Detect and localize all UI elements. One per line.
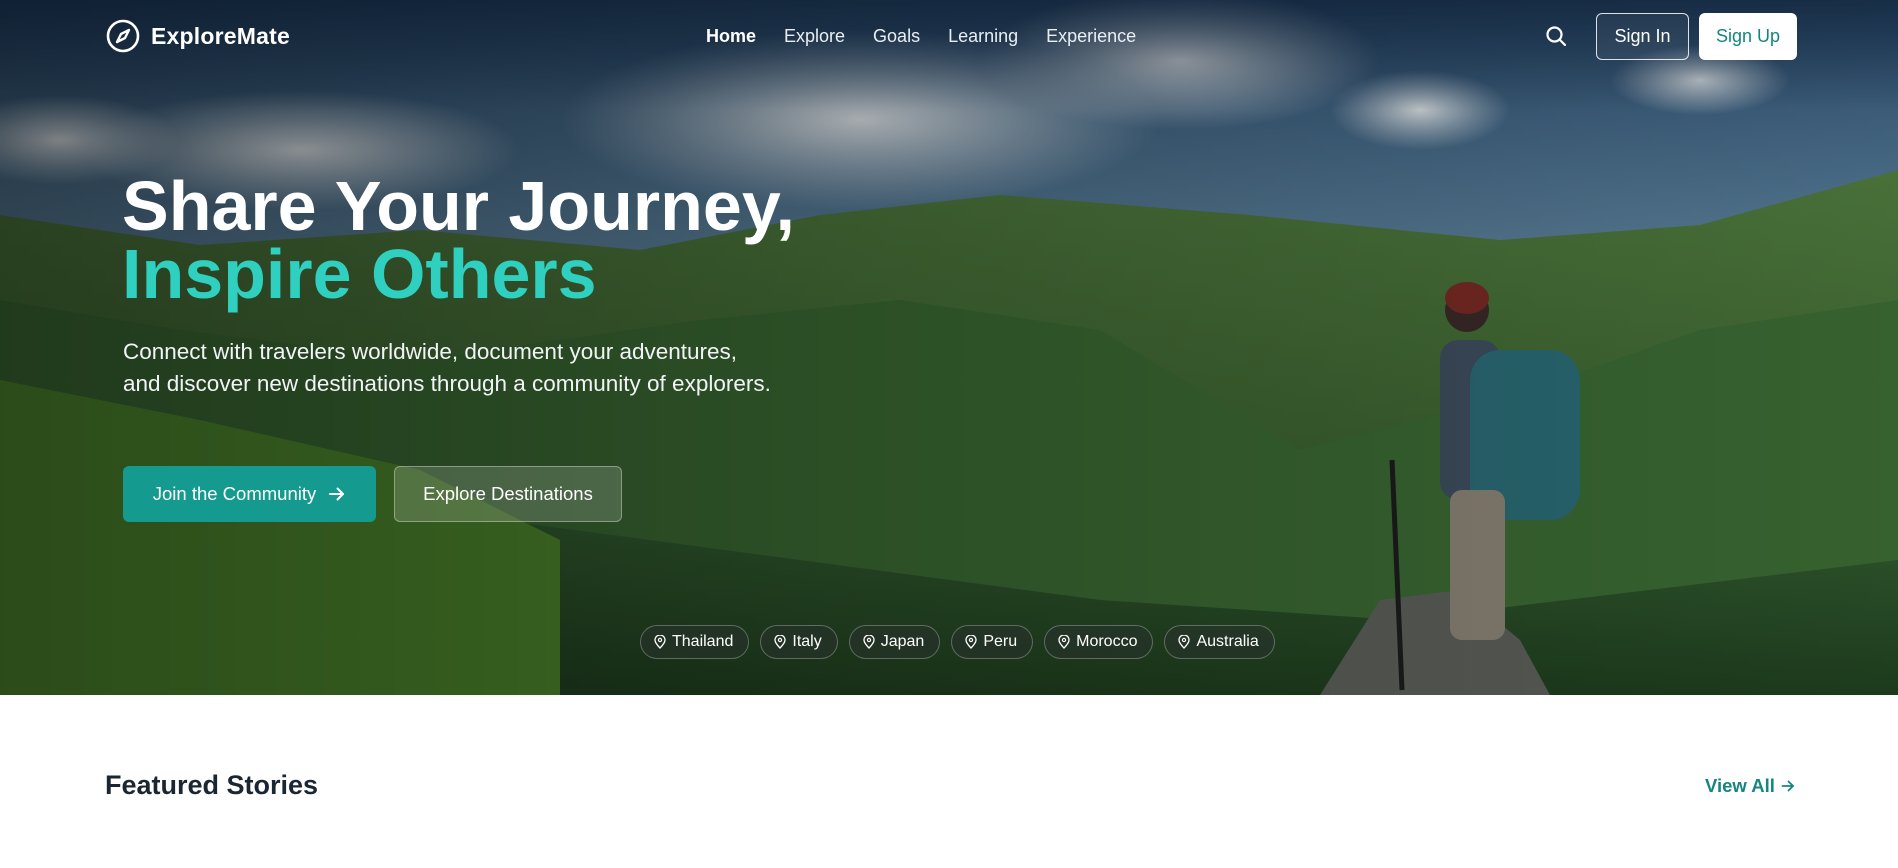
nav-item-home[interactable]: Home <box>706 26 756 47</box>
map-pin-icon <box>1178 635 1191 649</box>
destination-label: Thailand <box>672 633 734 650</box>
brand-logo[interactable]: ExploreMate <box>105 18 290 54</box>
map-pin-icon <box>654 635 666 649</box>
map-pin-icon <box>965 635 977 649</box>
nav-item-explore[interactable]: Explore <box>784 26 845 47</box>
hero-title: Share Your Journey, <box>122 167 795 245</box>
destination-tags: Thailand Italy Japan Peru Morocco Austra… <box>640 625 1275 659</box>
map-pin-icon <box>863 635 875 649</box>
search-icon[interactable] <box>1544 24 1568 48</box>
destination-tag-italy[interactable]: Italy <box>760 625 838 659</box>
hero-title-accent: Inspire Others <box>122 235 597 313</box>
destination-tag-morocco[interactable]: Morocco <box>1044 625 1154 659</box>
hero-subtitle: Connect with travelers worldwide, docume… <box>123 339 771 396</box>
destination-label: Australia <box>1196 633 1259 650</box>
destination-label: Japan <box>880 633 925 650</box>
map-pin-icon <box>774 635 787 649</box>
sign-in-button[interactable]: Sign In <box>1596 13 1689 60</box>
sign-up-button[interactable]: Sign Up <box>1699 13 1797 60</box>
nav-item-goals[interactable]: Goals <box>873 26 920 47</box>
view-all-label: View All <box>1705 775 1775 796</box>
arrow-right-icon <box>329 487 345 501</box>
destination-tag-japan[interactable]: Japan <box>848 625 941 659</box>
destination-label: Morocco <box>1076 633 1138 650</box>
nav-item-experience[interactable]: Experience <box>1046 26 1136 47</box>
destination-tag-thailand[interactable]: Thailand <box>640 625 750 659</box>
top-navigation: ExploreMate Home Explore Goals Learning … <box>0 0 1898 74</box>
brand-name: ExploreMate <box>151 22 290 49</box>
explore-destinations-button[interactable]: Explore Destinations <box>394 466 622 522</box>
hero-section: ExploreMate Home Explore Goals Learning … <box>0 0 1898 695</box>
destination-tag-australia[interactable]: Australia <box>1164 625 1275 659</box>
featured-stories-title: Featured Stories <box>105 770 319 800</box>
destination-label: Italy <box>792 633 822 650</box>
view-all-link[interactable]: View All <box>1705 775 1795 797</box>
join-community-label: Join the Community <box>152 483 317 504</box>
destination-label: Peru <box>983 633 1018 650</box>
main-menu: Home Explore Goals Learning Experience <box>706 26 1136 47</box>
destination-tag-peru[interactable]: Peru <box>951 625 1034 659</box>
join-community-button[interactable]: Join the Community <box>123 466 376 522</box>
map-pin-icon <box>1058 635 1070 649</box>
nav-item-learning[interactable]: Learning <box>948 26 1018 47</box>
arrow-right-icon <box>1781 780 1794 792</box>
compass-icon <box>106 19 140 53</box>
